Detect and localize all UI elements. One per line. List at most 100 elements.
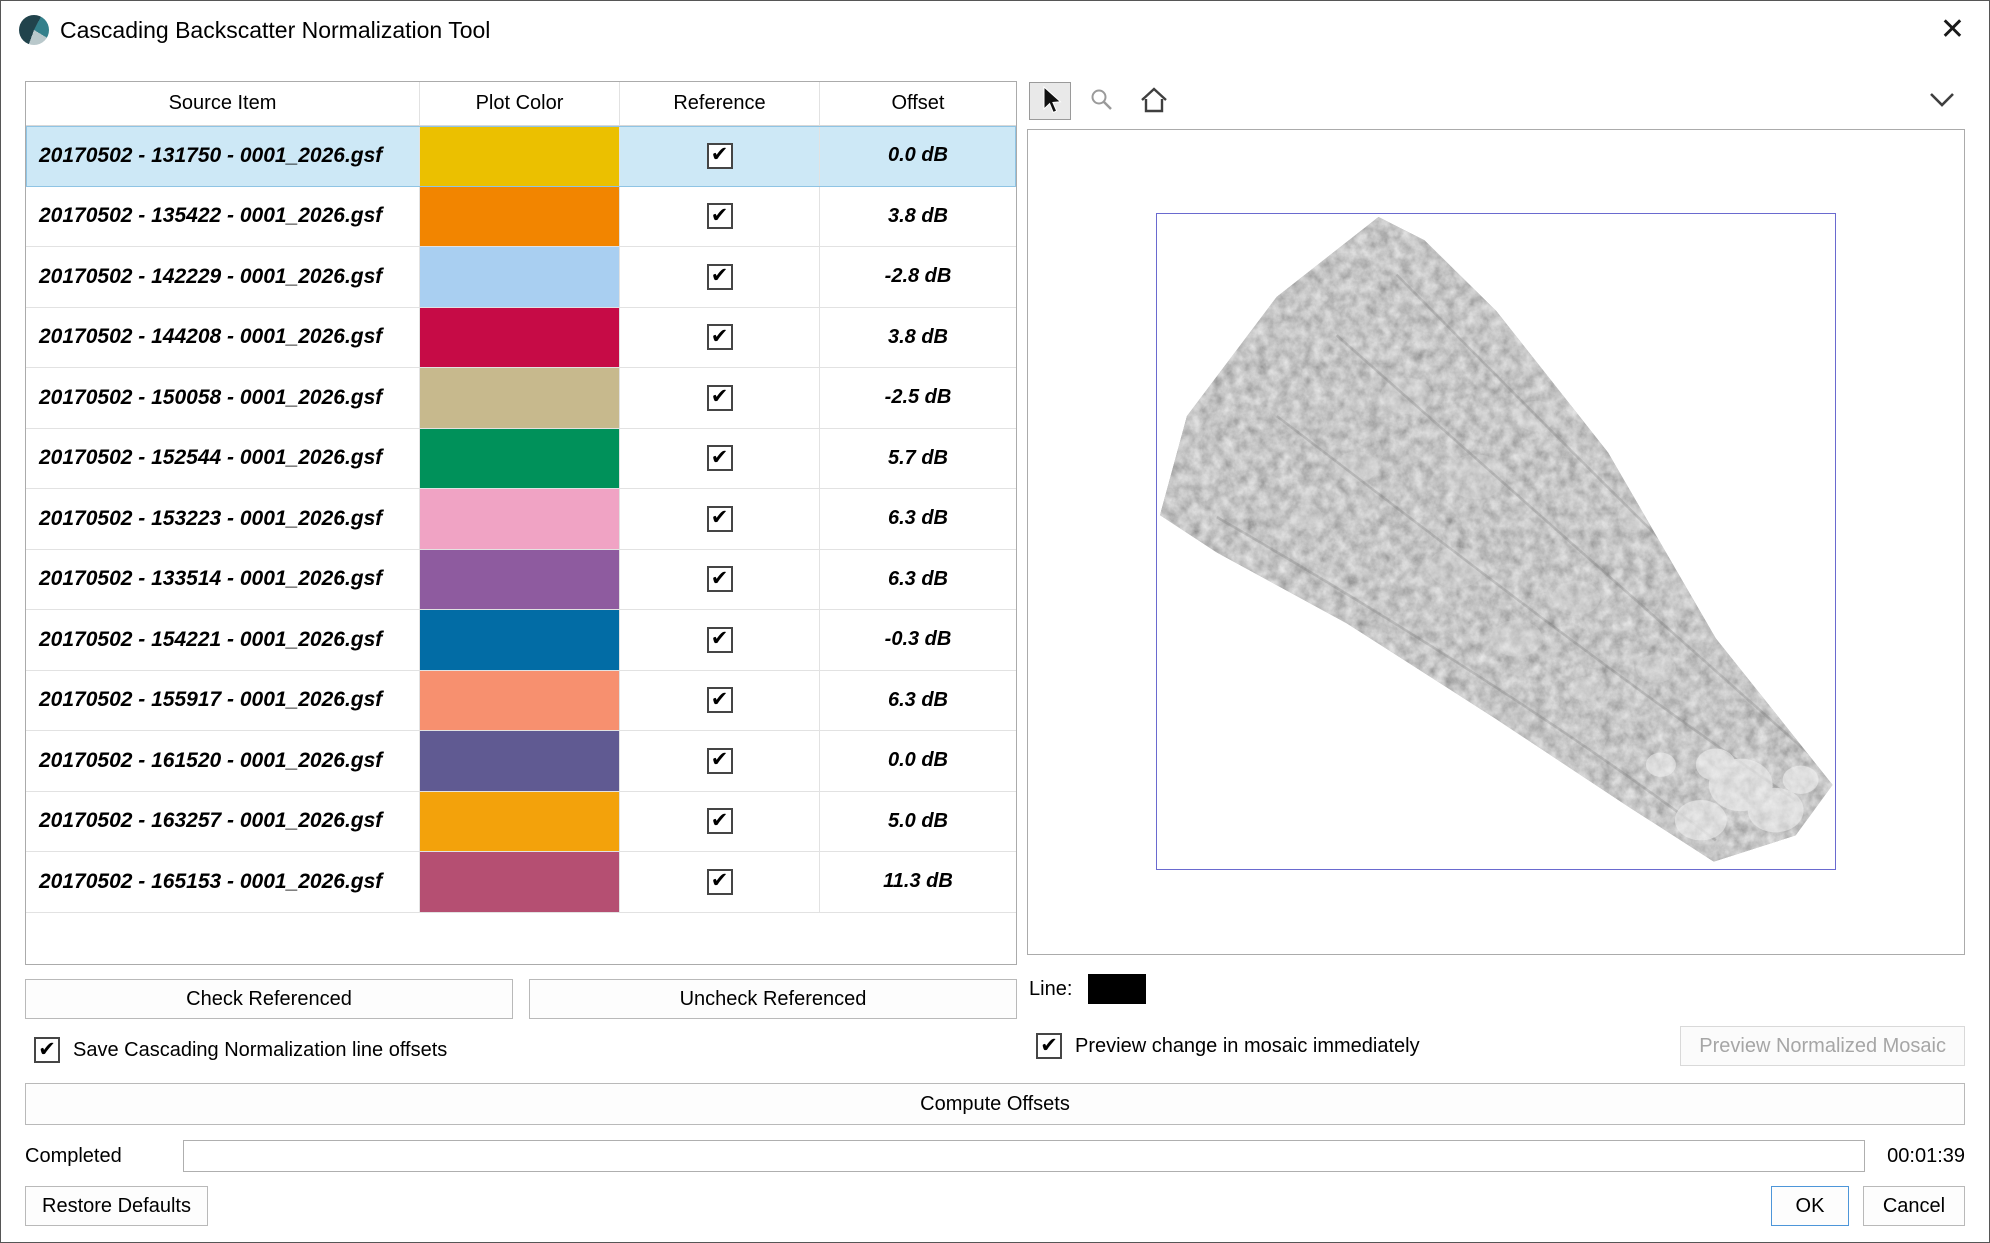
plot-color-swatch[interactable] [420,247,620,308]
table-row[interactable]: 20170502 - 144208 - 0001_2026.gsf ✔ 3.8 … [26,308,1016,369]
table-row[interactable]: 20170502 - 163257 - 0001_2026.gsf ✔ 5.0 … [26,792,1016,853]
offset-cell[interactable]: 0.0 dB [820,731,1016,792]
plot-color-swatch[interactable] [420,368,620,429]
plot-color-swatch[interactable] [420,126,620,187]
collapse-panel-button[interactable] [1927,91,1957,112]
column-header-source-item[interactable]: Source Item [26,82,420,126]
offset-cell[interactable]: 5.0 dB [820,792,1016,853]
source-item-cell[interactable]: 20170502 - 142229 - 0001_2026.gsf [26,247,420,308]
source-item-cell[interactable]: 20170502 - 155917 - 0001_2026.gsf [26,671,420,732]
table-row[interactable]: 20170502 - 142229 - 0001_2026.gsf ✔ -2.8… [26,247,1016,308]
ok-button[interactable]: OK [1771,1186,1849,1226]
magnifier-icon [1089,87,1115,116]
check-referenced-button[interactable]: Check Referenced [25,979,513,1019]
plot-color-swatch[interactable] [420,852,620,913]
check-icon: ✔ [711,447,729,468]
check-icon: ✔ [1040,1035,1058,1056]
plot-color-swatch[interactable] [420,187,620,248]
line-color-swatch[interactable] [1088,974,1146,1004]
check-icon: ✔ [711,507,729,528]
table-row[interactable]: 20170502 - 150058 - 0001_2026.gsf ✔ -2.5… [26,368,1016,429]
source-item-cell[interactable]: 20170502 - 161520 - 0001_2026.gsf [26,731,420,792]
reference-checkbox[interactable]: ✔ [707,748,733,774]
reference-cell: ✔ [620,610,820,671]
plot-color-swatch[interactable] [420,731,620,792]
reference-cell: ✔ [620,550,820,611]
preview-normalized-mosaic-button[interactable]: Preview Normalized Mosaic [1680,1026,1965,1066]
compute-offsets-button[interactable]: Compute Offsets [25,1083,1965,1125]
reference-checkbox[interactable]: ✔ [707,385,733,411]
reference-checkbox[interactable]: ✔ [707,869,733,895]
table-row[interactable]: 20170502 - 153223 - 0001_2026.gsf ✔ 6.3 … [26,489,1016,550]
plot-color-swatch[interactable] [420,489,620,550]
reference-checkbox[interactable]: ✔ [707,506,733,532]
table-row[interactable]: 20170502 - 154221 - 0001_2026.gsf ✔ -0.3… [26,610,1016,671]
uncheck-referenced-button[interactable]: Uncheck Referenced [529,979,1017,1019]
offset-cell[interactable]: -2.5 dB [820,368,1016,429]
table-row[interactable]: 20170502 - 152544 - 0001_2026.gsf ✔ 5.7 … [26,429,1016,490]
source-item-cell[interactable]: 20170502 - 165153 - 0001_2026.gsf [26,852,420,913]
progress-bar [183,1140,1865,1172]
plot-color-swatch[interactable] [420,610,620,671]
table-row[interactable]: 20170502 - 133514 - 0001_2026.gsf ✔ 6.3 … [26,550,1016,611]
reference-checkbox[interactable]: ✔ [707,445,733,471]
offset-cell[interactable]: 6.3 dB [820,550,1016,611]
source-item-cell[interactable]: 20170502 - 133514 - 0001_2026.gsf [26,550,420,611]
reference-checkbox[interactable]: ✔ [707,324,733,350]
reference-cell: ✔ [620,187,820,248]
offset-cell[interactable]: 0.0 dB [820,126,1016,187]
offset-cell[interactable]: 6.3 dB [820,671,1016,732]
offset-cell[interactable]: 3.8 dB [820,187,1016,248]
column-header-plot-color[interactable]: Plot Color [420,82,620,126]
reference-checkbox[interactable]: ✔ [707,687,733,713]
home-tool-button[interactable] [1133,82,1175,120]
reference-checkbox[interactable]: ✔ [707,627,733,653]
source-item-cell[interactable]: 20170502 - 153223 - 0001_2026.gsf [26,489,420,550]
source-item-cell[interactable]: 20170502 - 135422 - 0001_2026.gsf [26,187,420,248]
reference-checkbox[interactable]: ✔ [707,143,733,169]
plot-color-swatch[interactable] [420,550,620,611]
mosaic-preview-canvas[interactable] [1027,129,1965,955]
source-item-cell[interactable]: 20170502 - 131750 - 0001_2026.gsf [26,126,420,187]
reference-checkbox[interactable]: ✔ [707,264,733,290]
check-icon: ✔ [711,870,729,891]
table-row[interactable]: 20170502 - 131750 - 0001_2026.gsf ✔ 0.0 … [26,126,1016,187]
check-icon: ✔ [711,326,729,347]
offset-cell[interactable]: -0.3 dB [820,610,1016,671]
table-row[interactable]: 20170502 - 155917 - 0001_2026.gsf ✔ 6.3 … [26,671,1016,732]
reference-checkbox[interactable]: ✔ [707,808,733,834]
save-offsets-checkbox[interactable]: ✔ [34,1037,60,1063]
restore-defaults-button[interactable]: Restore Defaults [25,1186,208,1226]
cancel-button[interactable]: Cancel [1863,1186,1965,1226]
reference-cell: ✔ [620,489,820,550]
plot-color-swatch[interactable] [420,429,620,490]
offset-cell[interactable]: 5.7 dB [820,429,1016,490]
source-item-cell[interactable]: 20170502 - 144208 - 0001_2026.gsf [26,308,420,369]
source-item-cell[interactable]: 20170502 - 154221 - 0001_2026.gsf [26,610,420,671]
plot-color-swatch[interactable] [420,308,620,369]
preview-toolbar [1027,81,1965,121]
reference-checkbox[interactable]: ✔ [707,566,733,592]
source-item-cell[interactable]: 20170502 - 163257 - 0001_2026.gsf [26,792,420,853]
cursor-icon [1037,85,1063,118]
close-button[interactable]: ✕ [1940,15,1965,45]
offset-cell[interactable]: 3.8 dB [820,308,1016,369]
offset-cell[interactable]: 6.3 dB [820,489,1016,550]
cursor-tool-button[interactable] [1029,82,1071,120]
table-row[interactable]: 20170502 - 165153 - 0001_2026.gsf ✔ 11.3… [26,852,1016,913]
preview-immediately-checkbox[interactable]: ✔ [1036,1033,1062,1059]
reference-cell: ✔ [620,731,820,792]
source-item-cell[interactable]: 20170502 - 150058 - 0001_2026.gsf [26,368,420,429]
source-item-cell[interactable]: 20170502 - 152544 - 0001_2026.gsf [26,429,420,490]
zoom-tool-button[interactable] [1081,82,1123,120]
table-row[interactable]: 20170502 - 135422 - 0001_2026.gsf ✔ 3.8 … [26,187,1016,248]
plot-color-swatch[interactable] [420,792,620,853]
reference-checkbox[interactable]: ✔ [707,203,733,229]
column-header-reference[interactable]: Reference [620,82,820,126]
table-row[interactable]: 20170502 - 161520 - 0001_2026.gsf ✔ 0.0 … [26,731,1016,792]
offset-cell[interactable]: 11.3 dB [820,852,1016,913]
offset-cell[interactable]: -2.8 dB [820,247,1016,308]
column-header-offset[interactable]: Offset [820,82,1016,126]
plot-color-swatch[interactable] [420,671,620,732]
main-content: Source Item Plot Color Reference Offset … [25,81,1965,1067]
